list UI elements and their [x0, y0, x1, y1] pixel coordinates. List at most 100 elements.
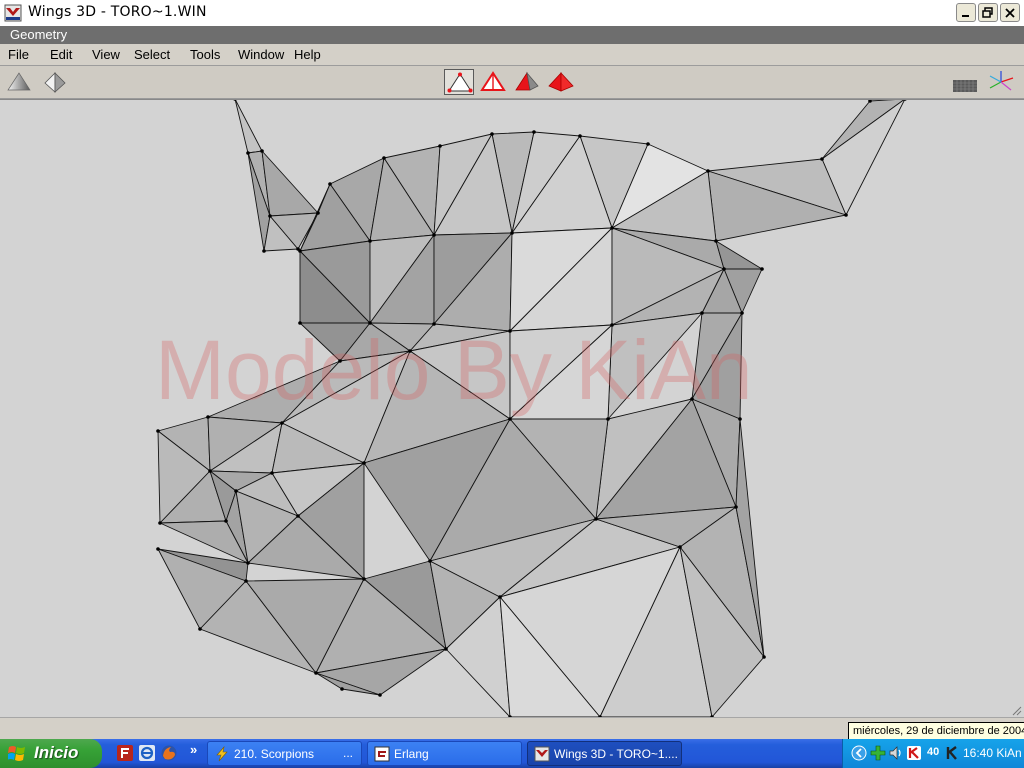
mesh-vertex[interactable] — [262, 249, 266, 253]
mesh-vertex[interactable] — [382, 156, 386, 160]
axes-toggle-button[interactable] — [986, 69, 1016, 95]
task-winamp[interactable]: 210. Scorpions ... — [207, 741, 362, 766]
mesh-vertex[interactable] — [156, 429, 160, 433]
restore-button[interactable] — [978, 3, 998, 22]
mesh-vertex[interactable] — [760, 267, 764, 271]
internet-explorer-icon[interactable] — [138, 744, 156, 762]
mesh-vertex[interactable] — [198, 627, 202, 631]
mesh-vertex[interactable] — [490, 132, 494, 136]
mesh-vertex[interactable] — [246, 151, 250, 155]
tray-speaker-icon[interactable] — [888, 745, 904, 761]
mesh-vertex[interactable] — [740, 311, 744, 315]
mesh-vertex[interactable] — [498, 595, 502, 599]
tray-antivirus-k-icon[interactable] — [906, 745, 922, 761]
mesh-vertex[interactable] — [298, 249, 302, 253]
mesh-vertex[interactable] — [208, 469, 212, 473]
smooth-shading-button[interactable] — [4, 69, 34, 95]
edge-select-mode-button[interactable] — [478, 69, 508, 95]
watermark-text: Modelo By KiAn — [155, 323, 753, 417]
menu-help[interactable]: Help — [294, 47, 321, 62]
start-button[interactable]: Inicio — [0, 739, 102, 768]
mesh-vertex[interactable] — [260, 149, 264, 153]
menu-view[interactable]: View — [92, 47, 120, 62]
mesh-vertex[interactable] — [722, 267, 726, 271]
mesh-vertex[interactable] — [706, 169, 710, 173]
mesh-vertex[interactable] — [510, 231, 514, 235]
mesh-vertex[interactable] — [432, 233, 436, 237]
mesh-vertex[interactable] — [244, 579, 248, 583]
mesh-vertex[interactable] — [646, 142, 650, 146]
mesh-vertex[interactable] — [340, 687, 344, 691]
menu-window[interactable]: Window — [238, 47, 284, 62]
face-mode-icon — [515, 71, 539, 91]
wings-app-icon[interactable] — [4, 4, 22, 22]
mesh-vertex[interactable] — [734, 505, 738, 509]
mesh-vertex[interactable] — [316, 211, 320, 215]
close-button[interactable] — [1000, 3, 1020, 22]
task-label: Erlang — [394, 747, 429, 761]
resize-grip-icon[interactable] — [1012, 706, 1022, 716]
mesh-vertex[interactable] — [314, 671, 318, 675]
menu-select[interactable]: Select — [134, 47, 170, 62]
mesh-face[interactable] — [234, 100, 263, 154]
tray-k-icon[interactable] — [944, 745, 960, 761]
mesh-vertex[interactable] — [368, 239, 372, 243]
mesh-vertex[interactable] — [844, 213, 848, 217]
mesh-vertex[interactable] — [700, 311, 704, 315]
winamp-bolt-icon — [216, 746, 228, 762]
flat-shading-button[interactable] — [40, 69, 70, 95]
task-wings3d[interactable]: Wings 3D - TORO~1.... — [527, 741, 682, 766]
mesh-vertex[interactable] — [280, 421, 284, 425]
axes-icon — [989, 71, 1014, 91]
geometry-window-bar[interactable]: Geometry — [0, 26, 1024, 44]
mesh-vertex[interactable] — [610, 226, 614, 230]
tray-badge-number[interactable]: 40 — [927, 746, 939, 758]
vertex-select-mode-button[interactable] — [444, 69, 474, 95]
mesh-vertex[interactable] — [714, 239, 718, 243]
geometry-viewport[interactable]: Modelo By KiAn — [0, 99, 1024, 718]
minimize-button[interactable] — [956, 3, 976, 22]
mesh-face[interactable] — [261, 150, 319, 217]
mesh-vertex[interactable] — [328, 182, 332, 186]
mesh-vertex[interactable] — [438, 144, 442, 148]
mesh-vertex[interactable] — [762, 655, 766, 659]
ground-plane-icon — [953, 80, 977, 92]
mesh-vertex[interactable] — [444, 647, 448, 651]
mesh-vertex[interactable] — [378, 693, 382, 697]
geometry-label: Geometry — [10, 27, 68, 42]
mesh-vertex[interactable] — [578, 134, 582, 138]
mesh-vertex[interactable] — [296, 514, 300, 518]
date-tooltip: miércoles, 29 de diciembre de 2004 — [848, 722, 1024, 740]
filezilla-icon[interactable] — [116, 744, 134, 762]
tray-network-plus-icon[interactable] — [870, 745, 886, 761]
mesh-face[interactable] — [715, 240, 763, 270]
firefox-icon[interactable] — [160, 744, 178, 762]
mesh-vertex[interactable] — [268, 214, 272, 218]
mesh-vertex[interactable] — [428, 559, 432, 563]
menu-edit[interactable]: Edit — [50, 47, 72, 62]
smooth-pyramid-icon — [7, 72, 31, 91]
mesh-vertex[interactable] — [678, 545, 682, 549]
mesh-vertex[interactable] — [594, 517, 598, 521]
mesh-vertex[interactable] — [158, 521, 162, 525]
clock[interactable]: 16:40 KiAn — [963, 746, 1022, 760]
edge-mode-icon — [480, 71, 506, 91]
mesh-vertex[interactable] — [234, 489, 238, 493]
mesh-vertex[interactable] — [362, 577, 366, 581]
task-erlang[interactable]: Erlang — [367, 741, 522, 766]
title-bar[interactable]: Wings 3D - TORO~1.WIN — [0, 0, 1024, 27]
mesh-vertex[interactable] — [156, 547, 160, 551]
body-select-mode-button[interactable] — [546, 69, 576, 95]
mesh-vertex[interactable] — [246, 561, 250, 565]
tray-collapse-arrow-icon[interactable] — [851, 745, 867, 761]
menu-tools[interactable]: Tools — [190, 47, 220, 62]
mesh-vertex[interactable] — [820, 157, 824, 161]
quicklaunch-chevron[interactable]: » — [190, 742, 197, 757]
face-select-mode-button[interactable] — [512, 69, 542, 95]
mesh-vertex[interactable] — [362, 461, 366, 465]
ground-grid-button[interactable] — [950, 69, 980, 95]
menu-file[interactable]: File — [8, 47, 29, 62]
mesh-vertex[interactable] — [224, 519, 228, 523]
mesh-vertex[interactable] — [532, 130, 536, 134]
mesh-vertex[interactable] — [270, 471, 274, 475]
